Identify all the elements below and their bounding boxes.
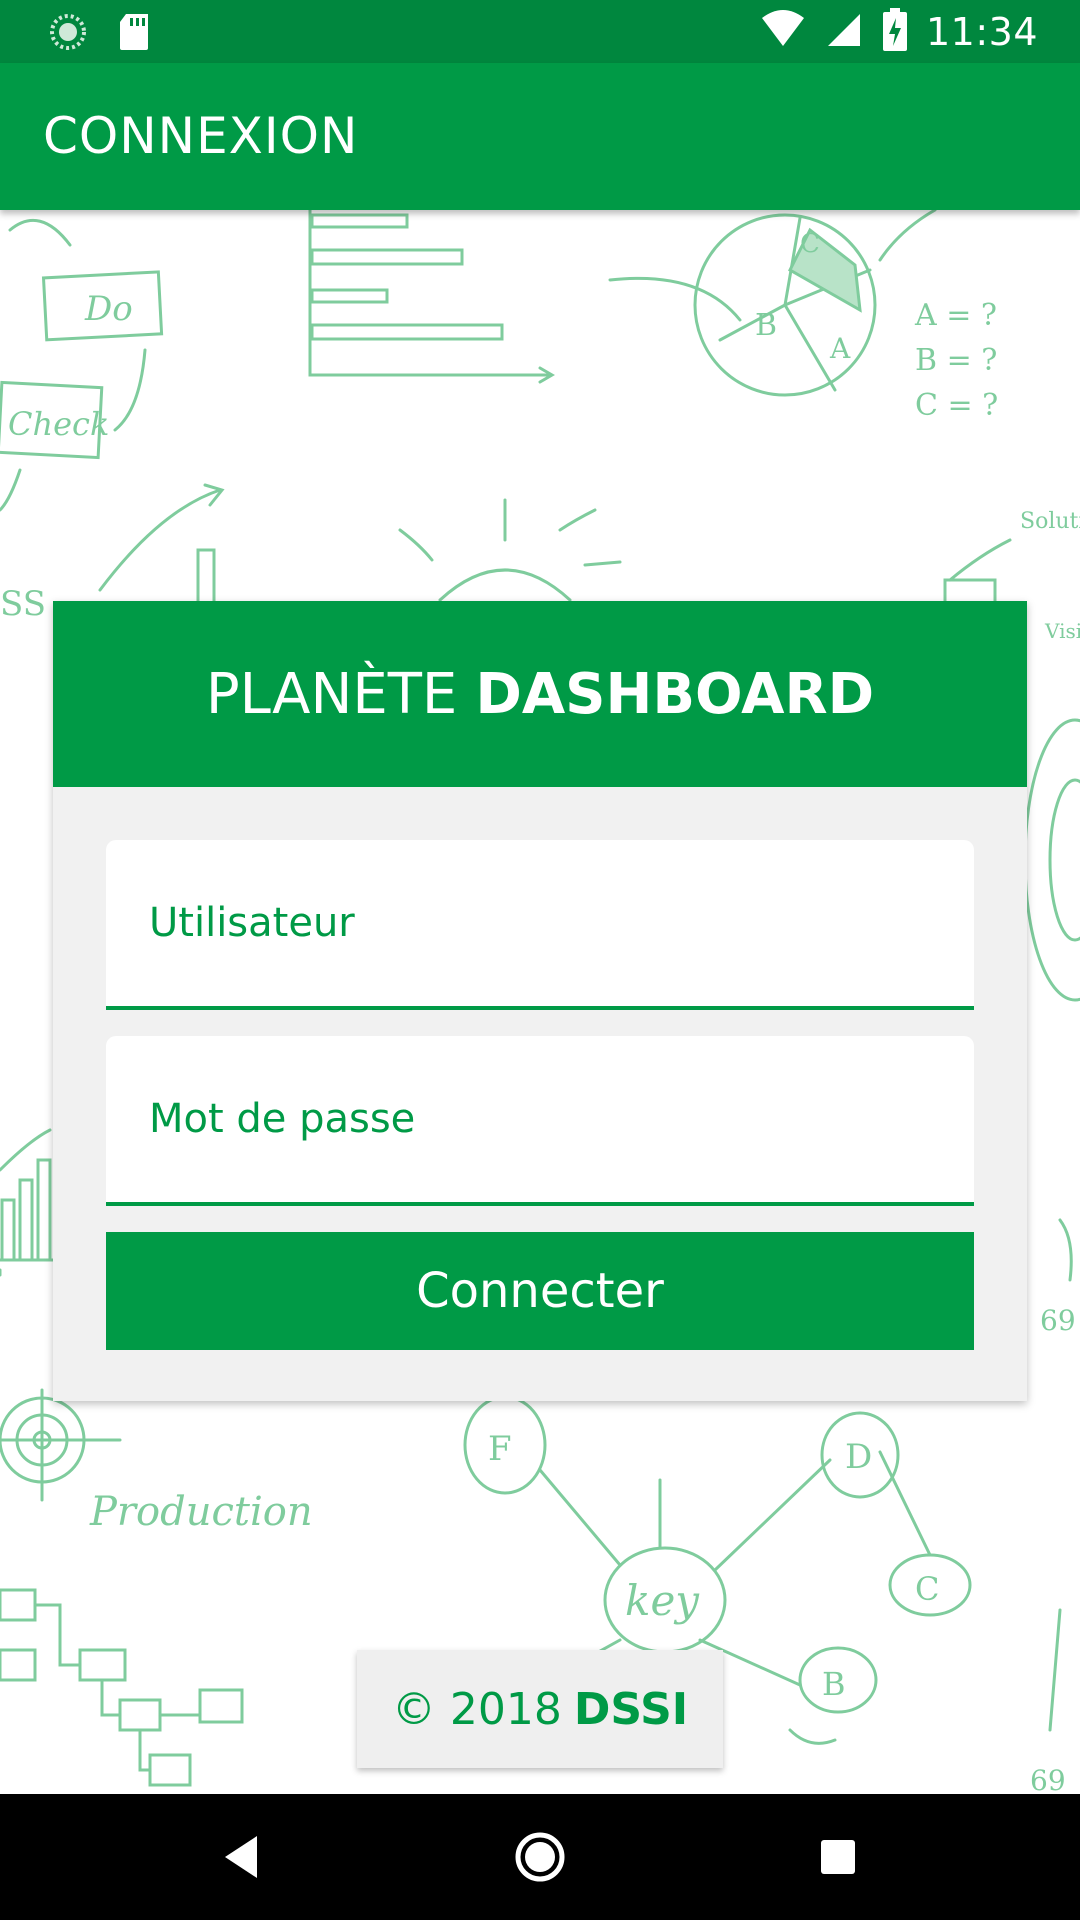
password-field[interactable]: [106, 1036, 974, 1206]
connect-button[interactable]: Connecter: [106, 1232, 974, 1350]
svg-text:C = ?: C = ?: [915, 388, 998, 423]
copyright-badge: © 2018 DSSI: [357, 1650, 723, 1768]
card-header: PLANÈTE DASHBOARD: [53, 601, 1027, 787]
svg-text:69: 69: [1040, 1304, 1076, 1337]
svg-text:A = ?: A = ?: [914, 298, 997, 333]
password-input[interactable]: [106, 1036, 974, 1202]
svg-text:Solutio: Solutio: [1020, 509, 1080, 534]
svg-text:A: A: [829, 332, 851, 365]
svg-text:B = ?: B = ?: [915, 343, 997, 378]
brand-name-bold: DASHBOARD: [475, 661, 875, 727]
back-icon[interactable]: [207, 1824, 273, 1890]
page-title: CONNEXION: [43, 107, 359, 165]
svg-text:SS: SS: [0, 584, 46, 624]
sd-card-icon: [118, 12, 152, 56]
username-input[interactable]: [106, 840, 974, 1006]
sync-icon: [48, 12, 88, 56]
svg-text:Do: Do: [84, 289, 133, 329]
svg-text:Check: Check: [8, 405, 109, 443]
home-icon[interactable]: [507, 1824, 573, 1890]
copyright-prefix: © 2018: [391, 1683, 562, 1735]
recents-icon[interactable]: [805, 1824, 871, 1890]
svg-text:F: F: [488, 1429, 512, 1469]
login-card: PLANÈTE DASHBOARD Connecter: [53, 601, 1027, 1401]
svg-text:Production: Production: [89, 1489, 313, 1535]
navigation-bar: [0, 1794, 1080, 1920]
svg-text:key: key: [625, 1576, 700, 1625]
svg-text:B: B: [755, 308, 777, 343]
svg-text:Visi: Visi: [1044, 619, 1080, 643]
svg-text:D: D: [845, 1437, 872, 1477]
brand-name-light: PLANÈTE: [205, 661, 458, 727]
svg-text:69: 69: [1030, 1764, 1066, 1794]
wifi-icon: [760, 10, 806, 54]
svg-text:B: B: [822, 1665, 846, 1703]
battery-charging-icon: [882, 8, 908, 56]
copyright-owner: DSSI: [573, 1683, 689, 1735]
svg-text:C: C: [915, 1570, 939, 1608]
signal-icon: [824, 10, 864, 54]
status-bar: 11:34: [0, 0, 1080, 63]
app-bar: CONNEXION: [0, 63, 1080, 210]
status-time: 11:34: [925, 10, 1038, 54]
svg-text:C: C: [800, 229, 820, 259]
username-field[interactable]: [106, 840, 974, 1010]
